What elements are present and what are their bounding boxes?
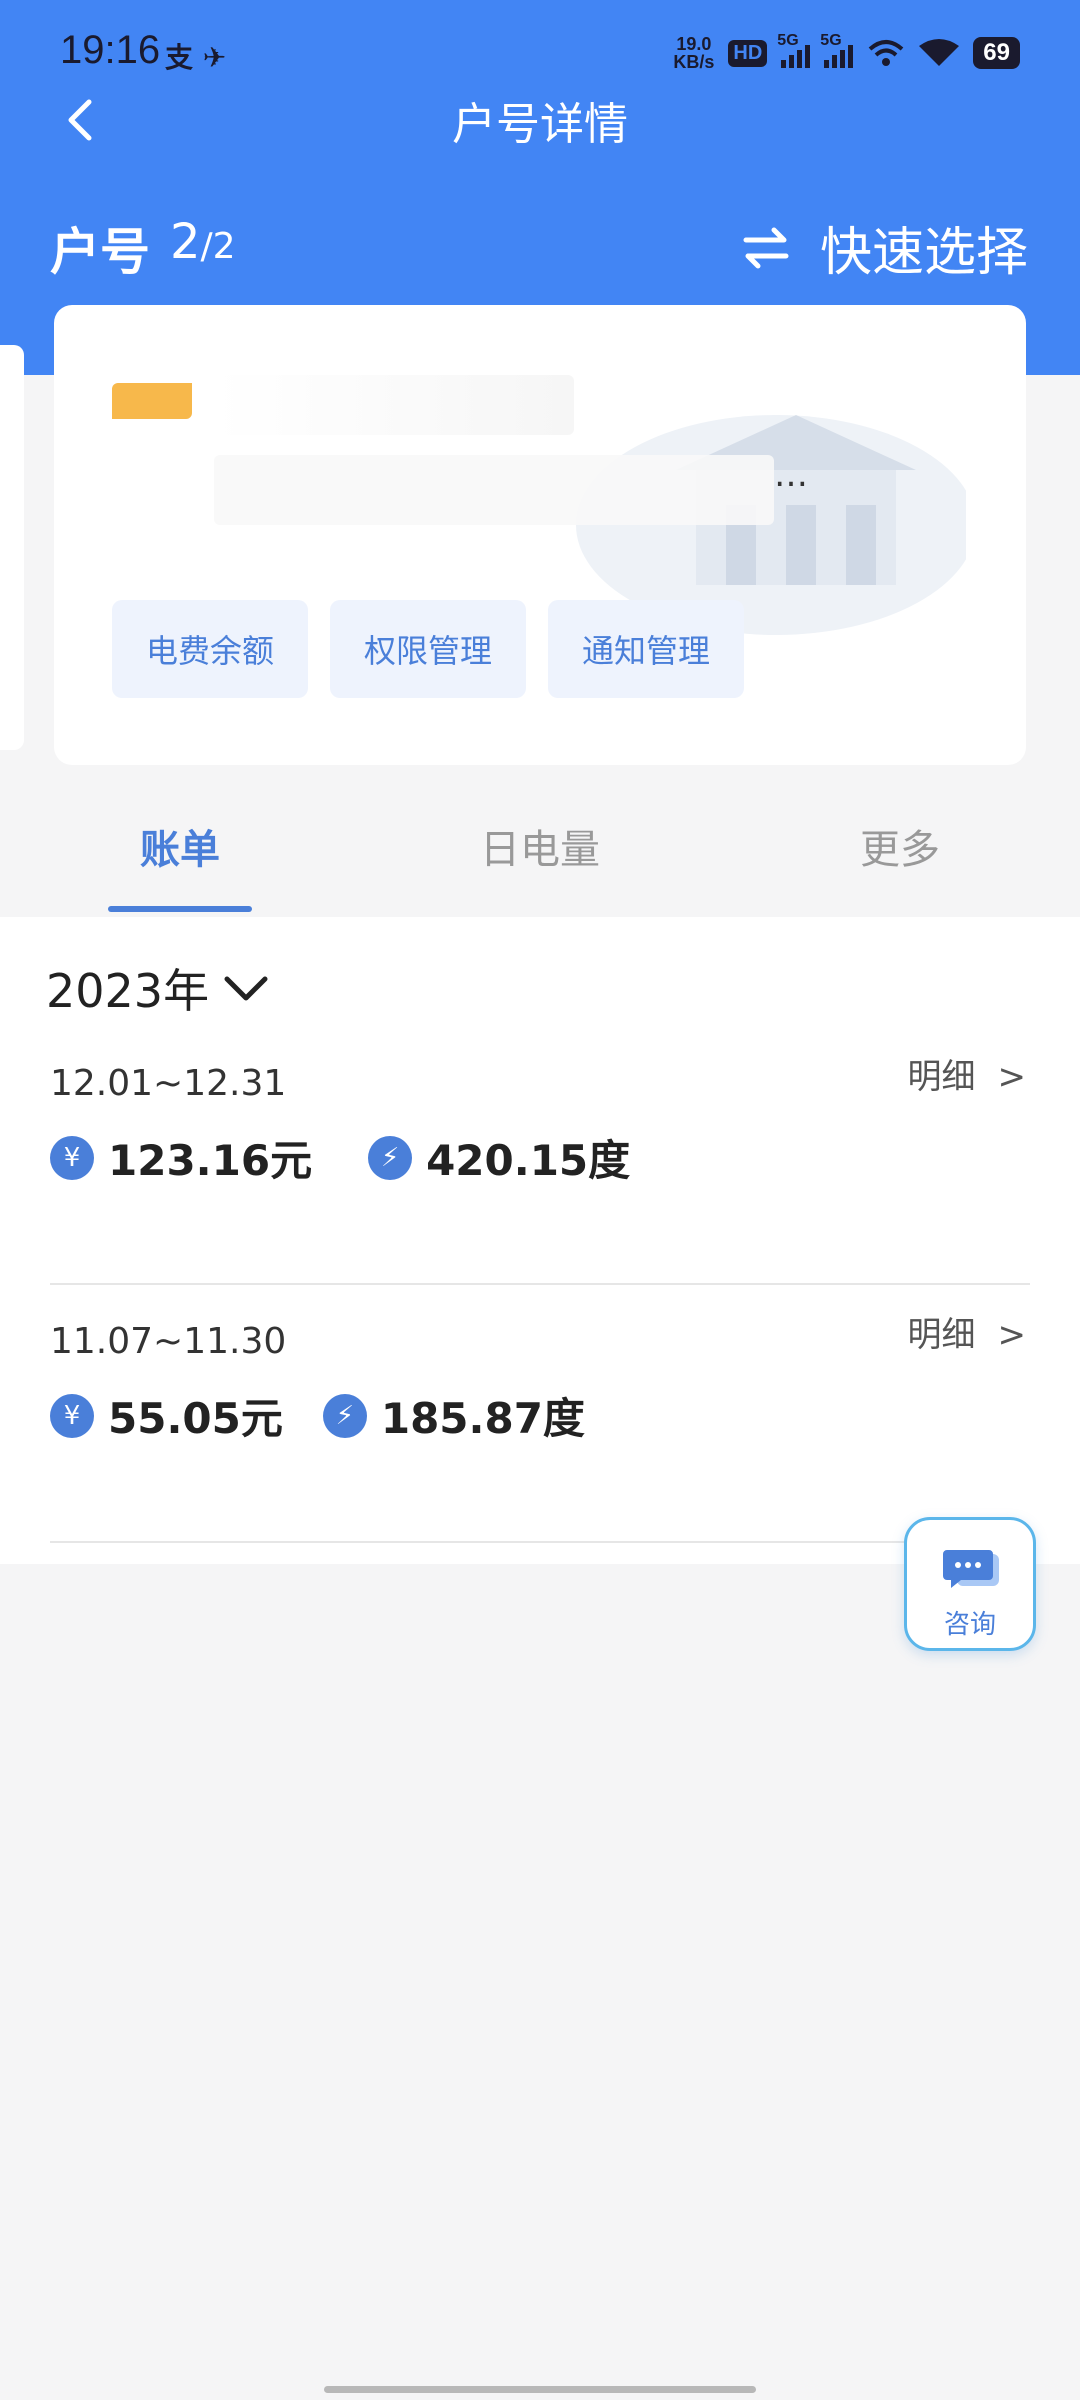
- bill-item: 11.07~11.30 明细 > ¥ 55.05元 ⚡ 185.87度: [50, 1285, 1030, 1543]
- consult-button[interactable]: 咨询: [904, 1517, 1036, 1651]
- wifi-icon: [919, 39, 960, 66]
- status-bar: 19:16 支 ✈ 19.0 KB/s HD 5G 5G 69: [0, 0, 1080, 100]
- bill-period: 12.01~12.31: [50, 1063, 287, 1104]
- bill-item: 12.01~12.31 明细 > ¥ 123.16元 ⚡ 420.15度: [50, 1027, 1030, 1285]
- permission-management-button[interactable]: 权限管理: [330, 600, 526, 698]
- bill-detail-link[interactable]: 明细 >: [908, 1049, 1027, 1098]
- notification-icons: 支 ✈: [165, 41, 227, 74]
- hd-icon: HD: [728, 39, 768, 67]
- masked-account-name: [214, 375, 574, 435]
- yuan-icon: ¥: [50, 1135, 94, 1180]
- signal-sim1-icon: 5G: [777, 32, 811, 68]
- home-indicator[interactable]: [324, 2386, 756, 2393]
- account-card: … 电费余额 权限管理 通知管理: [54, 305, 1026, 765]
- year-selector[interactable]: 2023年: [46, 955, 269, 1021]
- address-ellipsis: …: [774, 455, 808, 495]
- network-speed: 19.0 KB/s: [673, 34, 715, 72]
- bill-amount: 55.05元: [108, 1394, 283, 1443]
- status-time: 19:16: [60, 28, 161, 72]
- bill-usage: 185.87度: [380, 1394, 585, 1443]
- bill-usage: 420.15度: [426, 1136, 631, 1185]
- bills-panel: 2023年 12.01~12.31 明细 > ¥ 123.16元 ⚡ 420.15…: [0, 917, 1080, 1564]
- account-label: 户号: [50, 223, 150, 281]
- privacy-mask: [0, 345, 24, 750]
- hotspot-icon: [868, 40, 904, 66]
- chevron-down-icon: [224, 976, 268, 1001]
- lightning-icon: ⚡: [368, 1135, 413, 1180]
- tab-indicator: [108, 906, 252, 912]
- year-label: 2023年: [46, 964, 210, 1018]
- notification-management-button[interactable]: 通知管理: [548, 600, 744, 698]
- tab-more[interactable]: 更多: [820, 817, 980, 875]
- masked-account-address: [214, 455, 774, 525]
- swap-arrows-icon: [743, 227, 789, 268]
- battery-icon: 69: [973, 37, 1020, 69]
- card-actions: 电费余额 权限管理 通知管理: [112, 600, 744, 698]
- tab-daily-usage[interactable]: 日电量: [460, 817, 620, 875]
- lightning-icon: ⚡: [322, 1393, 367, 1438]
- yuan-icon: ¥: [50, 1393, 94, 1438]
- bill-period: 11.07~11.30: [50, 1321, 287, 1362]
- balance-button[interactable]: 电费余额: [112, 600, 308, 698]
- consult-label: 咨询: [943, 1610, 996, 1640]
- quick-select-label: 快速选择: [819, 223, 1028, 283]
- tab-bar: 账单 日电量 更多: [0, 795, 1080, 915]
- bill-values: ¥ 123.16元 ⚡ 420.15度: [50, 1127, 630, 1188]
- tab-bills[interactable]: 账单: [108, 817, 252, 875]
- status-indicators: 19.0 KB/s HD 5G 5G 69: [673, 30, 1020, 76]
- chat-bubble-icon: [943, 1550, 999, 1588]
- bill-amount: 123.16元: [108, 1136, 313, 1185]
- quick-select-button[interactable]: 快速选择: [742, 210, 1028, 285]
- page-title: 户号详情: [452, 99, 628, 150]
- signal-sim2-icon: 5G: [820, 32, 854, 68]
- bill-values: ¥ 55.05元 ⚡ 185.87度: [50, 1385, 585, 1446]
- bill-detail-link[interactable]: 明细 >: [908, 1307, 1027, 1356]
- account-type-tag: [112, 383, 192, 419]
- account-counter: 2/2: [170, 214, 236, 270]
